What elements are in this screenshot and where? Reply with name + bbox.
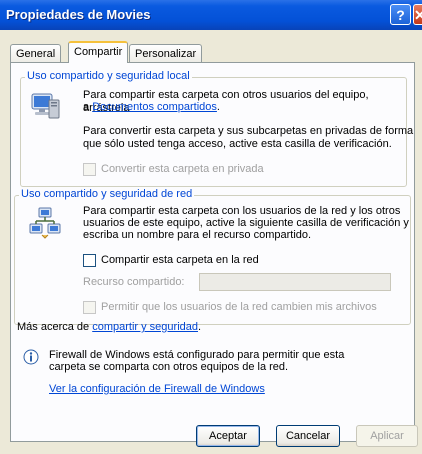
allow-change-checkbox[interactable] — [83, 301, 96, 314]
local-sharing-legend: Uso compartido y seguridad local — [25, 70, 192, 82]
firewall-line2: carpeta se comparta con otros equipos de… — [49, 361, 289, 373]
local-para1-prefix: a — [83, 101, 90, 113]
share-on-network-checkbox[interactable] — [83, 254, 96, 267]
private-checkbox-label: Convertir esta carpeta en privada — [101, 163, 264, 175]
help-button[interactable]: ? — [390, 4, 411, 25]
info-icon — [23, 349, 39, 365]
share-on-network-label: Compartir esta carpeta en la red — [101, 254, 259, 266]
network-sharing-legend: Uso compartido y seguridad de red — [19, 188, 195, 200]
firewall-settings-link[interactable]: Ver la configuración de Firewall de Wind… — [49, 383, 265, 396]
local-para1-suffix: . — [216, 101, 220, 113]
network-para-line3: escriba un nombre para el recurso compar… — [83, 229, 312, 241]
private-checkbox[interactable] — [83, 163, 96, 176]
ok-button[interactable]: Aceptar — [196, 425, 260, 447]
shared-folder-computer-icon — [29, 90, 61, 122]
tab-general[interactable]: General — [10, 44, 62, 63]
local-para2-line2: que sólo usted tenga acceso, active esta… — [83, 138, 392, 150]
more-info-prefix: Más acerca de — [17, 321, 90, 333]
network-computers-icon — [29, 207, 61, 239]
cancel-button[interactable]: Cancelar — [276, 425, 340, 447]
window-title: Propiedades de Movies — [6, 7, 151, 22]
share-name-input[interactable] — [199, 273, 391, 291]
sharing-security-link[interactable]: compartir y seguridad — [92, 321, 198, 333]
tab-personalizar[interactable]: Personalizar — [129, 44, 203, 63]
more-info-line: Más acerca de compartir y seguridad. — [17, 321, 201, 334]
tab-compartir[interactable]: Compartir — [68, 41, 129, 63]
local-para2-line1: Para convertir esta carpeta y sus subcar… — [83, 125, 414, 137]
close-button[interactable]: ✕ — [413, 4, 422, 25]
local-para1-line2: a Documentos compartidos. — [83, 101, 220, 114]
apply-button[interactable]: Aplicar — [356, 425, 418, 447]
share-name-label: Recurso compartido: — [83, 276, 185, 288]
tab-panel: Uso compartido y seguridad local Para co… — [10, 62, 415, 442]
allow-change-label: Permitir que los usuarios de la red camb… — [101, 301, 377, 313]
more-info-suffix: . — [198, 321, 202, 333]
title-bar[interactable]: Propiedades de Movies ? ✕ — [0, 0, 422, 30]
shared-documents-link[interactable]: Documentos compartidos — [92, 101, 217, 113]
